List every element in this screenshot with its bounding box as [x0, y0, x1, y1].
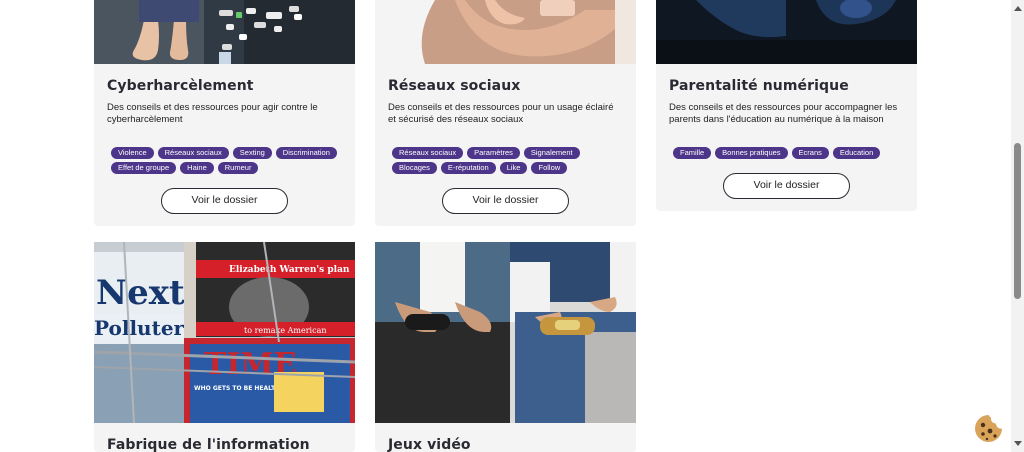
card-title: Fabrique de l'information: [107, 437, 310, 452]
scroll-down-icon[interactable]: [1014, 441, 1022, 446]
tag[interactable]: Education: [832, 147, 881, 159]
card-title: Cyberharcèlement: [107, 78, 254, 94]
card-image: [375, 242, 636, 423]
tag[interactable]: Famille: [673, 147, 712, 159]
card-fabrique-information: Next! Polluters Elizabeth Warren's plan …: [94, 242, 355, 452]
tag[interactable]: Réseaux sociaux: [392, 147, 464, 159]
tag[interactable]: Violence: [111, 147, 154, 159]
tag[interactable]: Follow: [531, 162, 568, 174]
tag[interactable]: Rumeur: [217, 162, 259, 174]
magazine-warren-text: Elizabeth Warren's plan: [229, 265, 350, 275]
card-image: [94, 0, 355, 64]
card-parentalite-numerique: Parentalité numérique Des conseils et de…: [656, 0, 917, 211]
tag[interactable]: Bonnes pratiques: [715, 147, 788, 159]
card-description: Des conseils et des ressources pour agir…: [107, 102, 318, 125]
tag[interactable]: E-réputation: [440, 162, 496, 174]
tag[interactable]: Effet de groupe: [111, 162, 177, 174]
card-title: Jeux vidéo: [388, 437, 471, 452]
card-image: [375, 0, 636, 64]
magazine-american-text: to remake American: [244, 326, 327, 335]
tag[interactable]: Ecrans: [791, 147, 829, 159]
card-cyberharcelement: Cyberharcèlement Des conseils et des res…: [94, 0, 355, 226]
cookie-settings-icon[interactable]: [973, 413, 1004, 444]
view-dossier-button[interactable]: Voir le dossier: [723, 173, 850, 199]
tag[interactable]: Réseaux sociaux: [157, 147, 229, 159]
tag[interactable]: Paramètres: [467, 147, 520, 159]
card-title: Parentalité numérique: [669, 78, 849, 94]
tag[interactable]: Sexting: [232, 147, 272, 159]
tag-list: Famille Bonnes pratiques Ecrans Educatio…: [673, 147, 904, 159]
view-dossier-button[interactable]: Voir le dossier: [161, 188, 288, 214]
scroll-up-icon[interactable]: [1014, 6, 1022, 11]
magazine-who-gets-text: WHO GETS TO BE HEALTHY: [194, 385, 285, 392]
tag-list: Réseaux sociaux Paramètres Signalement B…: [392, 147, 623, 174]
tag-list: Violence Réseaux sociaux Sexting Discrim…: [111, 147, 342, 174]
tag[interactable]: Blocages: [392, 162, 437, 174]
card-image: [656, 0, 917, 64]
card-reseaux-sociaux: Réseaux sociaux Des conseils et des ress…: [375, 0, 636, 226]
vertical-scrollbar[interactable]: [1011, 0, 1024, 452]
card-title: Réseaux sociaux: [388, 78, 521, 94]
card-description: Des conseils et des ressources pour un u…: [388, 102, 614, 125]
magazine-polluters-text: Polluters: [94, 316, 195, 340]
tag[interactable]: Like: [499, 162, 528, 174]
tag[interactable]: Haine: [180, 162, 214, 174]
view-dossier-button[interactable]: Voir le dossier: [442, 188, 569, 214]
page: Cyberharcèlement Des conseils et des res…: [0, 0, 1011, 452]
scroll-thumb[interactable]: [1014, 143, 1021, 299]
tag[interactable]: Discrimination: [275, 147, 337, 159]
tag[interactable]: Signalement: [523, 147, 580, 159]
card-jeux-video: Jeux vidéo: [375, 242, 636, 452]
card-image: Next! Polluters Elizabeth Warren's plan …: [94, 242, 355, 423]
card-description: Des conseils et des ressources pour acco…: [669, 102, 898, 125]
